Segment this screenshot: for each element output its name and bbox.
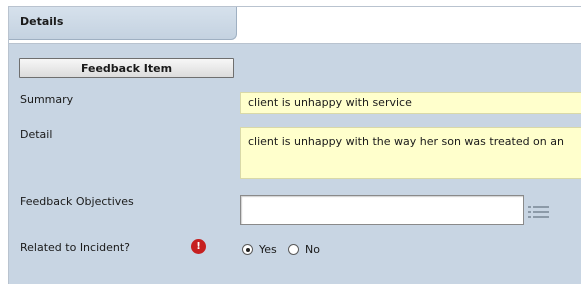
feedback-objectives-input[interactable] (240, 195, 524, 225)
required-alert-icon: ! (191, 239, 206, 254)
detail-field[interactable]: client is unhappy with the way her son w… (240, 127, 581, 179)
tab-bar: Details (9, 7, 581, 44)
radio-yes[interactable] (242, 244, 253, 255)
related-incident-label: Related to Incident? (20, 241, 131, 254)
radio-no[interactable] (288, 244, 299, 255)
feedback-item-section-button[interactable]: Feedback Item (19, 58, 234, 78)
radio-yes-label: Yes (259, 243, 277, 256)
feedback-objectives-label: Feedback Objectives (20, 195, 134, 208)
radio-no-label: No (305, 243, 320, 256)
list-icon[interactable] (528, 206, 549, 219)
detail-label: Detail (20, 128, 53, 141)
details-panel: Details Feedback Item Summary client is … (8, 6, 581, 284)
summary-field[interactable]: client is unhappy with service (240, 92, 581, 114)
summary-label: Summary (20, 93, 74, 106)
tab-details[interactable]: Details (9, 7, 237, 40)
